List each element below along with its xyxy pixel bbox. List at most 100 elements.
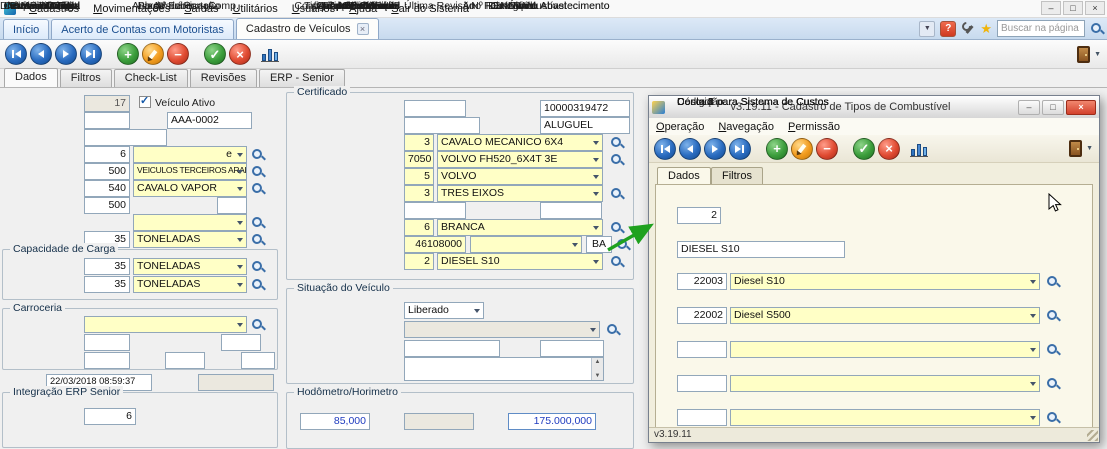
ideal-num-field[interactable]: 35 [84, 276, 130, 293]
dialog-exit-icon[interactable] [1069, 140, 1082, 157]
larg-field[interactable] [165, 352, 205, 369]
veiculo-ativo-checkbox[interactable] [139, 96, 151, 108]
placa-field[interactable]: AAA-0002 [167, 112, 252, 129]
tara-lookup-icon[interactable] [251, 233, 264, 246]
ano-fabricacao-field[interactable] [221, 334, 261, 351]
ano-do-modelo-field[interactable] [404, 202, 466, 219]
subtab-checklist[interactable]: Check-List [114, 69, 188, 87]
conta-1-num-field[interactable]: 22003 [677, 273, 727, 290]
ultimo-abastecimento-field[interactable]: 175.000,000 [508, 413, 596, 430]
cor-num-field[interactable]: 6 [404, 219, 434, 236]
subtab-erp-senior[interactable]: ERP - Senior [259, 69, 345, 87]
conta-3-lookup-icon[interactable] [1046, 343, 1059, 356]
chevron-down-icon[interactable]: ▼ [919, 21, 935, 37]
dialog-menu-navegacao[interactable]: Navegação [711, 120, 781, 134]
conta-1-lookup-icon[interactable] [1046, 275, 1059, 288]
dialog-menu-permissao[interactable]: Permissão [781, 120, 847, 134]
eixos-lookup-icon[interactable] [610, 187, 623, 200]
filial-lookup-icon[interactable] [251, 148, 264, 161]
nav-last-button[interactable] [80, 43, 102, 65]
delete-button[interactable]: − [167, 43, 189, 65]
resize-grip[interactable] [1087, 430, 1098, 441]
tab-inicio[interactable]: Início [3, 19, 49, 39]
confirm-button[interactable]: ✓ [204, 43, 226, 65]
minimize-button[interactable]: – [1041, 1, 1061, 15]
modelo-lookup-icon[interactable] [610, 153, 623, 166]
eixos-combo[interactable]: TRES EIXOS [437, 185, 603, 202]
tipo-veiculo-lookup-icon[interactable] [610, 136, 623, 149]
search-icon[interactable] [1090, 22, 1103, 35]
potencia-combo[interactable]: CAVALO VAPOR [133, 180, 247, 197]
combustivel-num-field[interactable]: 2 [404, 253, 434, 270]
help-icon[interactable]: ? [940, 21, 956, 37]
municipio-num-field[interactable]: 46108000 [404, 236, 466, 253]
dialog-tab-dados[interactable]: Dados [657, 167, 711, 184]
total-num-field[interactable]: 35 [84, 258, 130, 275]
patrimonio-field[interactable] [84, 129, 167, 146]
capac-tanque-field[interactable]: 500 [84, 197, 130, 214]
tab-cadastro-veiculos[interactable]: Cadastro de Veículos × [236, 18, 379, 39]
dialog-descricao-field[interactable]: DIESEL S10 [677, 241, 845, 258]
eixos-num-field[interactable]: 3 [404, 185, 434, 202]
cor-lookup-icon[interactable] [610, 221, 623, 234]
centro-custo-combo[interactable]: VEICULOS TERCEIROS ARARAS [133, 163, 247, 180]
municipio-combo[interactable] [470, 236, 582, 253]
close-button[interactable]: × [1085, 1, 1105, 15]
scroll-up-icon[interactable]: ▲ [595, 358, 601, 366]
ano-fabricacao-cert-field[interactable] [540, 202, 602, 219]
dialog-overflow-icon[interactable]: ▼ [1086, 145, 1093, 152]
subtab-revisoes[interactable]: Revisões [190, 69, 257, 87]
toolbar-overflow-icon[interactable]: ▼ [1094, 51, 1101, 58]
dialog-minimize-button[interactable]: – [1018, 100, 1040, 115]
potencia-num-field[interactable]: 540 [84, 180, 130, 197]
potencia-lookup-icon[interactable] [251, 182, 264, 195]
total-combo[interactable]: TONELADAS [133, 258, 247, 275]
transportadora-field[interactable]: 6 [84, 408, 136, 425]
dialog-add-button[interactable]: + [766, 138, 788, 160]
observacao-scrollbar[interactable]: ▲▼ [591, 358, 603, 380]
nav-first-button[interactable] [5, 43, 27, 65]
fornecedor-lookup-icon[interactable] [606, 323, 619, 336]
conta-4-lookup-icon[interactable] [1046, 377, 1059, 390]
centro-custo-lookup-icon[interactable] [251, 165, 264, 178]
dimensao-pneus-lookup-icon[interactable] [251, 216, 264, 229]
num-identificacao-field[interactable] [84, 112, 130, 129]
dialog-menu-operacao[interactable]: Operação [649, 120, 711, 134]
modelo-num-field[interactable]: 7050 [404, 151, 434, 168]
conta-5-num-field[interactable] [677, 409, 727, 426]
search-input[interactable] [997, 20, 1085, 37]
dialog-close-button[interactable]: × [1066, 100, 1096, 115]
dialog-tab-filtros[interactable]: Filtros [711, 167, 763, 184]
atual-field[interactable]: 85,000 [300, 413, 370, 430]
restore-button[interactable]: □ [1063, 1, 1083, 15]
ideal-lookup-icon[interactable] [251, 278, 264, 291]
subtab-dados[interactable]: Dados [4, 68, 58, 87]
chassi-field[interactable] [404, 117, 480, 134]
conta-5-combo[interactable] [730, 409, 1040, 426]
tara-combo[interactable]: TONELADAS [133, 231, 247, 248]
cancel-button[interactable]: × [229, 43, 251, 65]
filial-num-field[interactable]: 6 [84, 146, 130, 163]
nav-next-button[interactable] [55, 43, 77, 65]
nav-prev-button[interactable] [30, 43, 52, 65]
dimensao-pneus-combo[interactable] [133, 214, 247, 231]
dialog-chart-icon[interactable] [910, 141, 928, 157]
modelo-combo[interactable]: VOLVO FH520_6X4T 3E [437, 151, 603, 168]
comp-field[interactable] [241, 352, 275, 369]
observacao-field[interactable]: ▲▼ [404, 357, 604, 381]
chart-icon[interactable] [261, 46, 279, 62]
conta-2-combo[interactable]: Diesel S500 [730, 307, 1040, 324]
combustivel-lookup-icon[interactable] [610, 255, 623, 268]
filial-combo[interactable]: e [133, 146, 247, 163]
dialog-codigo-field[interactable]: 2 [677, 207, 721, 224]
combustivel-combo[interactable]: DIESEL S10 [437, 253, 603, 270]
uf-field[interactable]: BA [586, 236, 612, 253]
contrato-field[interactable] [404, 340, 500, 357]
edit-button[interactable] [142, 43, 164, 65]
ano-modelo-field[interactable] [84, 334, 130, 351]
fabricante-num-field[interactable]: 5 [404, 168, 434, 185]
cor-combo[interactable]: BRANCA [437, 219, 603, 236]
tools-icon[interactable] [961, 22, 975, 36]
conta-4-combo[interactable] [730, 375, 1040, 392]
num-certificado-field[interactable] [404, 100, 466, 117]
